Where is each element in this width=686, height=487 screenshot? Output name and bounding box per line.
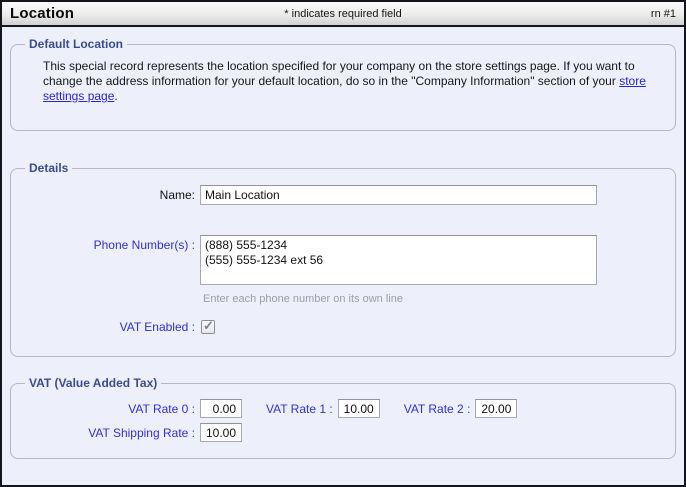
vat-legend: VAT (Value Added Tax) <box>25 376 161 390</box>
vat-rate-1-input[interactable] <box>338 399 380 418</box>
vat-shipping-rate-input[interactable] <box>200 423 242 442</box>
required-field-note: * indicates required field <box>2 8 684 20</box>
vat-enabled-row: VAT Enabled : <box>17 320 669 334</box>
name-label: Name: <box>17 188 195 202</box>
vat-enabled-checkbox[interactable] <box>201 320 215 334</box>
default-location-legend: Default Location <box>25 37 127 51</box>
location-settings-page: Location * indicates required field rn #… <box>0 0 686 487</box>
name-field-row: Name: <box>17 185 669 205</box>
vat-shipping-rate-label: VAT Shipping Rate : <box>17 426 195 440</box>
name-input[interactable] <box>200 185 597 205</box>
phone-field-row: Phone Number(s) : (888) 555-1234 (555) 5… <box>17 235 669 305</box>
phone-numbers-label: Phone Number(s) : <box>17 238 195 252</box>
phone-numbers-hint: Enter each phone number on its own line <box>203 293 597 305</box>
page-content: Default Location This special record rep… <box>2 27 684 465</box>
vat-enabled-label: VAT Enabled : <box>17 320 195 334</box>
description-text-end: . <box>114 89 117 103</box>
details-section: Details Name: Phone Number(s) : (888) 55… <box>10 161 676 357</box>
page-header: Location * indicates required field rn #… <box>2 2 684 27</box>
default-location-description: This special record represents the locat… <box>43 59 647 104</box>
vat-rates-row: VAT Rate 0 : VAT Rate 1 : VAT Rate 2 : <box>17 399 669 418</box>
vat-rate-0-label: VAT Rate 0 : <box>17 402 195 416</box>
default-location-section: Default Location This special record rep… <box>10 37 676 131</box>
description-text-start: This special record represents the locat… <box>43 59 635 88</box>
vat-rate-2-label: VAT Rate 2 : <box>404 402 471 416</box>
vat-rate-2-input[interactable] <box>475 399 517 418</box>
vat-rate-0-input[interactable] <box>200 399 242 418</box>
vat-section: VAT (Value Added Tax) VAT Rate 0 : VAT R… <box>10 376 676 459</box>
phone-control-group: (888) 555-1234 (555) 555-1234 ext 56 Ent… <box>200 235 597 305</box>
vat-rate-1-label: VAT Rate 1 : <box>266 402 333 416</box>
details-legend: Details <box>25 161 72 175</box>
record-number: rn #1 <box>651 8 684 20</box>
vat-shipping-row: VAT Shipping Rate : <box>17 423 669 442</box>
phone-numbers-textarea[interactable]: (888) 555-1234 (555) 555-1234 ext 56 <box>200 235 597 285</box>
